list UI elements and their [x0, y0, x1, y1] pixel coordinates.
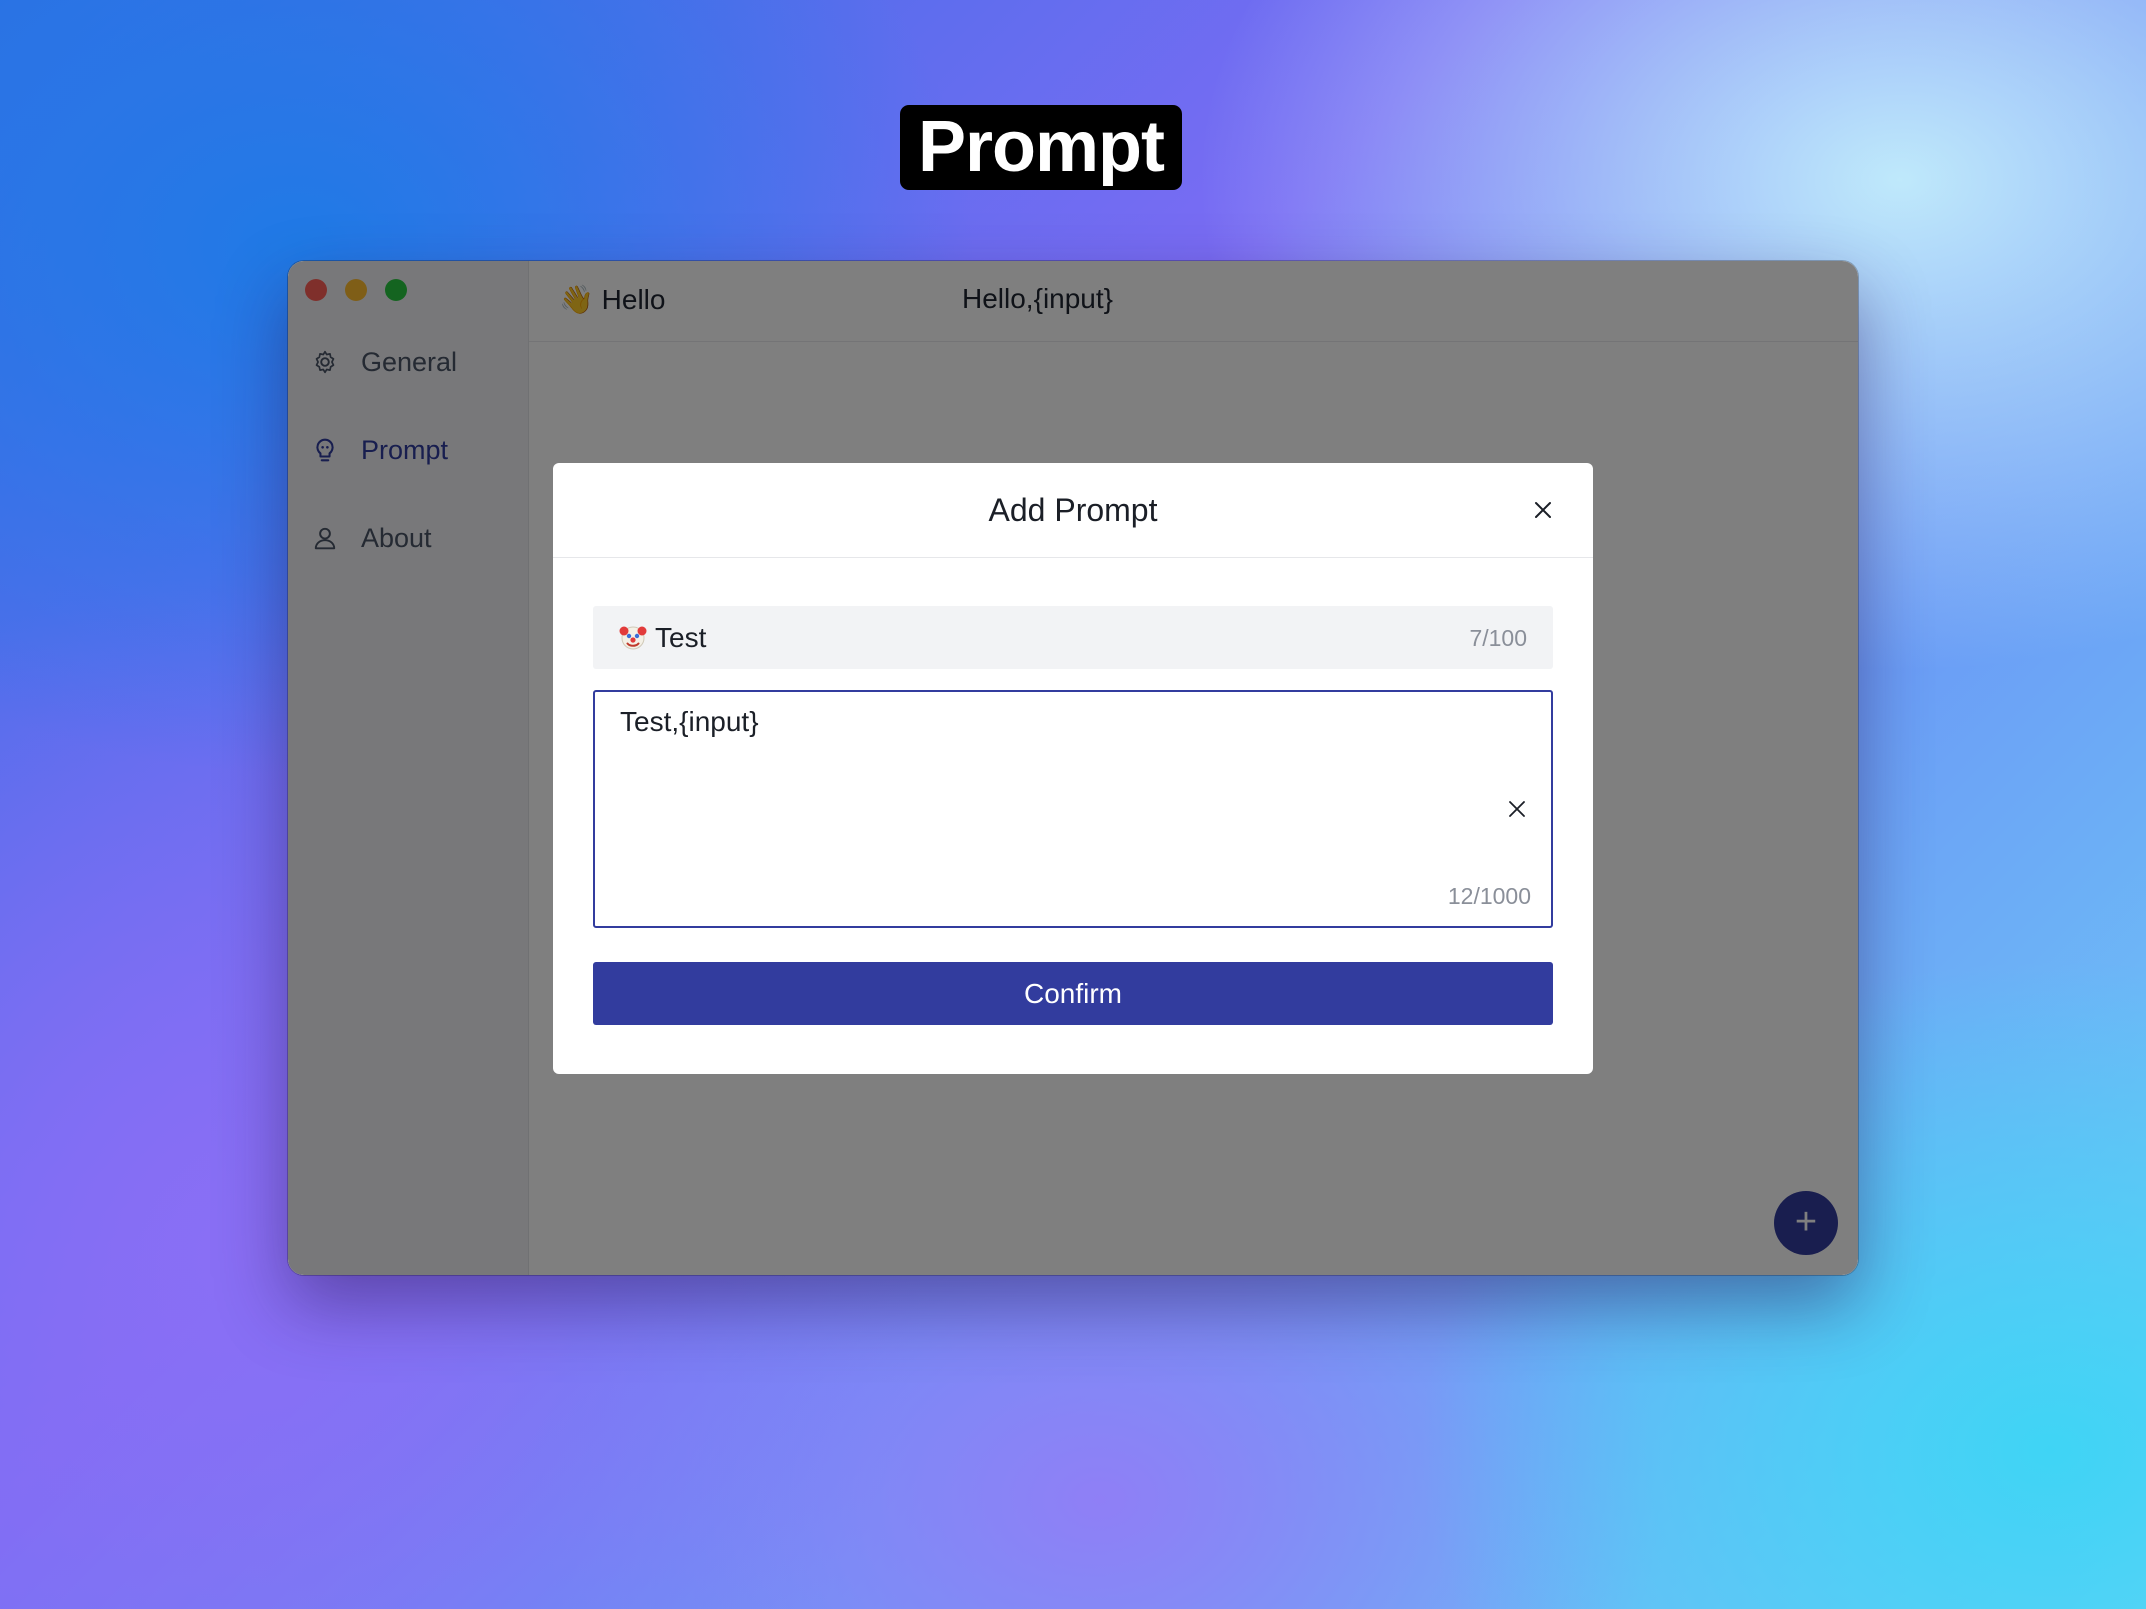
- desktop-background: Prompt General Prompt: [0, 0, 2146, 1609]
- close-icon[interactable]: [1533, 500, 1553, 520]
- prompt-text-area[interactable]: Test,{input} 12/1000: [593, 690, 1553, 928]
- prompt-text-value: Test,{input}: [620, 706, 759, 737]
- prompt-name-input[interactable]: Test 7/100: [593, 606, 1553, 669]
- confirm-button[interactable]: Confirm: [593, 962, 1553, 1025]
- prompt-character-count: 12/1000: [1447, 883, 1531, 909]
- add-prompt-dialog: Add Prompt Test 7/100 Test,{input} 12/10…: [553, 463, 1593, 1074]
- dialog-title: Add Prompt: [988, 492, 1158, 528]
- clown-emoji-icon[interactable]: [619, 623, 647, 651]
- name-character-count: 7/100: [1469, 625, 1527, 651]
- prompt-name-value: Test: [655, 622, 707, 653]
- dialog-header: Add Prompt: [553, 463, 1593, 558]
- clear-icon[interactable]: [1508, 800, 1526, 818]
- page-title: Prompt: [900, 105, 1182, 190]
